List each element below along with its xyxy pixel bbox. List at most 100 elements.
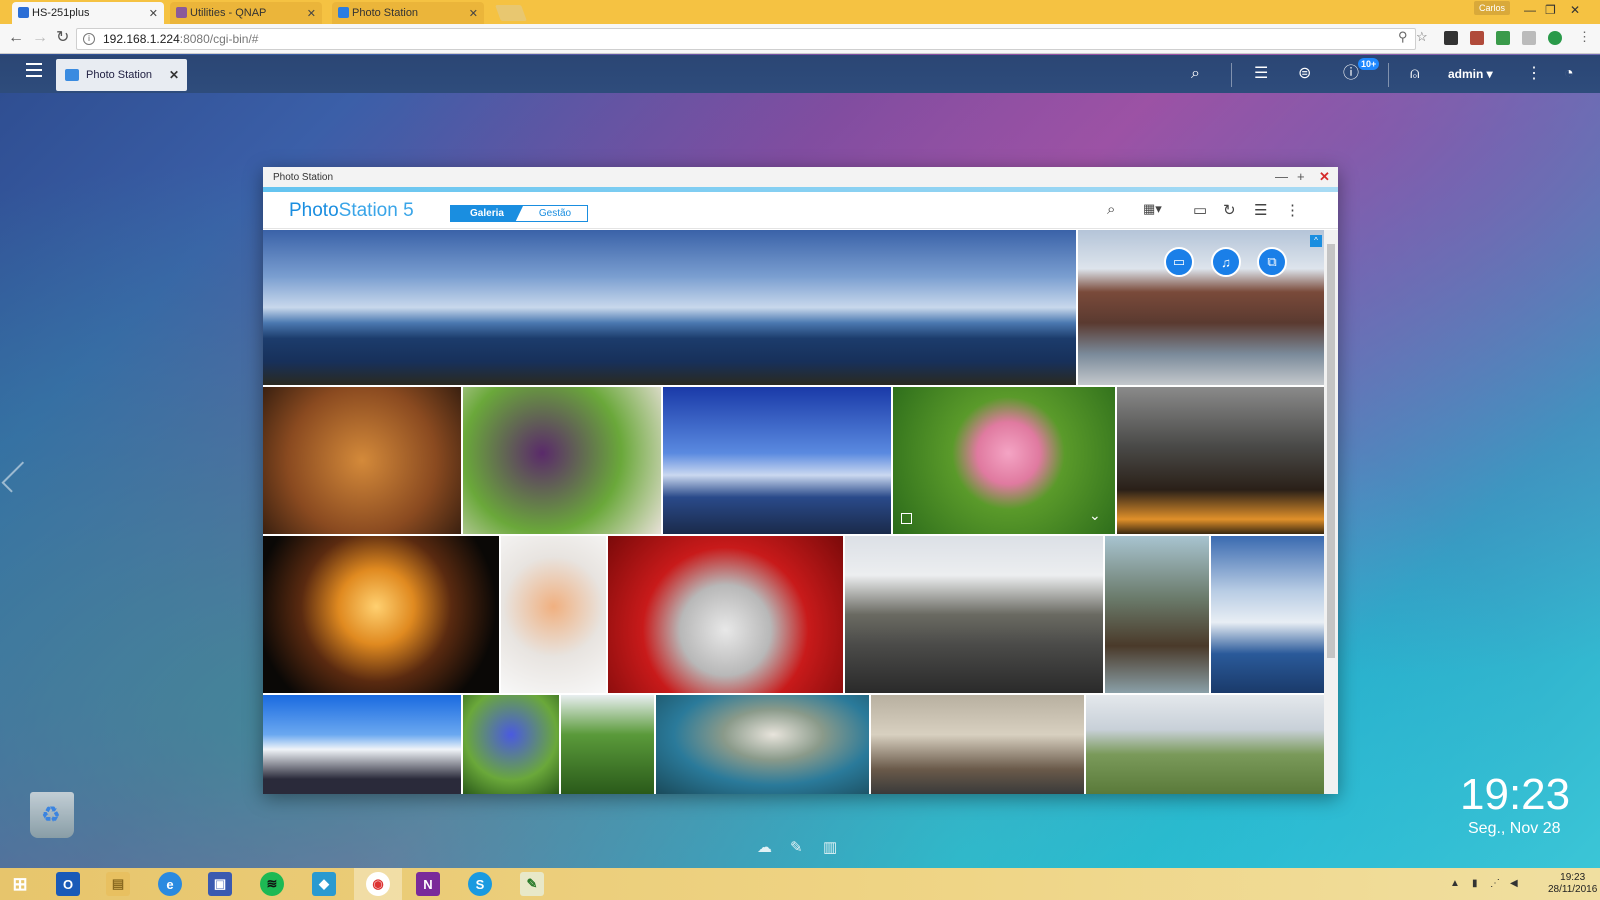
chrome-profile-button[interactable]: Carlos bbox=[1474, 1, 1511, 15]
key-icon[interactable]: ⚲ bbox=[1398, 29, 1408, 45]
forward-icon[interactable]: → bbox=[32, 30, 48, 46]
photo-canal-town[interactable] bbox=[845, 536, 1103, 693]
address-bar[interactable]: i 192.168.1.224:8080/cgi-bin/# bbox=[76, 28, 1416, 50]
user-icon[interactable]: ⍝ bbox=[1410, 65, 1420, 83]
book-icon[interactable]: ▥ bbox=[823, 838, 837, 856]
search-icon[interactable]: ⌕ bbox=[1107, 201, 1115, 218]
info-icon[interactable]: i bbox=[83, 33, 95, 45]
music-icon[interactable]: ♫ bbox=[1211, 247, 1241, 277]
restore-icon[interactable]: ❐ bbox=[1545, 3, 1556, 17]
desktop-clock-date: Seg., Nov 28 bbox=[1468, 820, 1561, 837]
refresh-icon[interactable]: ↻ bbox=[1223, 201, 1236, 219]
extension-icon[interactable] bbox=[1522, 31, 1536, 45]
back-icon[interactable]: ← bbox=[8, 30, 24, 46]
tray-up-arrow-icon[interactable]: ▲ bbox=[1450, 878, 1460, 889]
maximize-icon[interactable]: + bbox=[1297, 169, 1305, 184]
internet-explorer-icon[interactable]: e bbox=[158, 872, 182, 896]
user-menu[interactable]: admin ▾ bbox=[1448, 67, 1493, 81]
close-icon[interactable]: ✕ bbox=[469, 7, 478, 20]
photo-blue-flowers[interactable] bbox=[463, 695, 559, 794]
taskbar-clock[interactable]: 19:23 28/11/2016 bbox=[1548, 872, 1597, 896]
extension-icon[interactable] bbox=[1470, 31, 1484, 45]
view-mode-icon[interactable]: ▦▾ bbox=[1143, 201, 1162, 217]
close-window-icon[interactable]: ✕ bbox=[1570, 3, 1580, 17]
spotify-icon[interactable]: ≋ bbox=[260, 872, 284, 896]
search-icon[interactable]: ⌕ bbox=[1191, 65, 1200, 83]
tab-gestao[interactable]: Gestão bbox=[523, 206, 587, 221]
onenote-icon[interactable]: N bbox=[416, 872, 440, 896]
outlook-icon[interactable]: O bbox=[56, 872, 80, 896]
qts-top-bar: Photo Station ✕ ⌕ ☰ ⊜ ⓘ 10+ ⍝ admin ▾ ⋮ … bbox=[0, 55, 1600, 93]
windows-start-icon[interactable]: ⊞ bbox=[8, 872, 32, 896]
chevron-up-icon[interactable]: ^ bbox=[1310, 235, 1322, 247]
photo-race-car[interactable] bbox=[608, 536, 843, 693]
dashboard-gauge-icon[interactable]: ◔ bbox=[1564, 65, 1574, 83]
slideshow-icon[interactable]: ▭ bbox=[1164, 247, 1194, 277]
extension-glasses-icon[interactable] bbox=[1444, 31, 1458, 45]
wifi-icon[interactable]: ⋰ bbox=[1490, 878, 1500, 889]
event-notifications-icon[interactable]: ⓘ bbox=[1343, 65, 1359, 83]
close-icon[interactable]: ✕ bbox=[169, 68, 179, 82]
bookmark-star-icon[interactable]: ☆ bbox=[1416, 29, 1428, 45]
background-tasks-icon[interactable]: ☰ bbox=[1254, 201, 1267, 219]
chevron-down-icon[interactable]: ⌄ bbox=[1089, 507, 1101, 524]
chrome-icon[interactable]: ◉ bbox=[366, 872, 390, 896]
photo-food-stew[interactable] bbox=[263, 387, 461, 534]
photo-stone-weir-coast[interactable] bbox=[656, 695, 869, 794]
minimize-icon[interactable]: — bbox=[1524, 3, 1536, 17]
select-checkbox[interactable] bbox=[901, 513, 912, 524]
photo-station-favicon-icon bbox=[338, 7, 349, 18]
kodi-icon[interactable]: ◆ bbox=[312, 872, 336, 896]
photo-boat-harbor[interactable] bbox=[1211, 536, 1324, 693]
video-icon[interactable]: ⧉ bbox=[1257, 247, 1287, 277]
scrollbar-thumb[interactable] bbox=[1327, 244, 1335, 658]
tab-galeria[interactable]: Galeria bbox=[451, 206, 523, 221]
extension-icon[interactable] bbox=[1496, 31, 1510, 45]
tools-icon[interactable]: ✎ bbox=[790, 838, 803, 856]
background-tasks-icon[interactable]: ☰ bbox=[1254, 65, 1268, 83]
reload-icon[interactable]: ↻ bbox=[56, 30, 69, 46]
qts-app-tab-photo-station[interactable]: Photo Station ✕ bbox=[56, 59, 187, 91]
photo-rainy-window-city[interactable] bbox=[1117, 387, 1324, 534]
external-device-icon[interactable]: ⊜ bbox=[1298, 65, 1311, 83]
photo-rock-coast[interactable] bbox=[1105, 536, 1209, 693]
close-icon[interactable]: ✕ bbox=[149, 7, 158, 20]
browser-tab-hs251plus[interactable]: HS-251plus ✕ bbox=[12, 2, 164, 24]
photo-clouds-house[interactable] bbox=[263, 695, 461, 794]
photo-forest-trees[interactable] bbox=[561, 695, 654, 794]
battery-icon[interactable]: ▮ bbox=[1472, 878, 1478, 889]
photo-carousel-night[interactable] bbox=[263, 536, 499, 693]
minimize-icon[interactable]: — bbox=[1275, 169, 1288, 184]
new-tab-button[interactable] bbox=[495, 5, 527, 21]
logo-bold: Photo bbox=[289, 200, 339, 221]
more-options-icon[interactable]: ⋮ bbox=[1285, 201, 1300, 219]
volume-icon[interactable]: ◀ bbox=[1510, 878, 1518, 889]
browser-tab-utilities[interactable]: Utilities - QNAP ✕ bbox=[170, 2, 322, 24]
cloud-icon[interactable]: ☁ bbox=[757, 838, 772, 856]
photo-panorama-sea[interactable] bbox=[263, 230, 1076, 385]
photo-red-tractor[interactable] bbox=[1086, 695, 1324, 794]
photo-street-poles[interactable] bbox=[871, 695, 1084, 794]
gallery-scrollbar[interactable] bbox=[1324, 230, 1338, 794]
photo-ice-cream-cone[interactable] bbox=[501, 536, 606, 693]
url-path: :8080/cgi-bin/# bbox=[179, 32, 259, 46]
recycle-bin-icon[interactable] bbox=[30, 792, 74, 838]
close-icon[interactable]: ✕ bbox=[307, 7, 316, 20]
notepad-icon[interactable]: ✎ bbox=[520, 872, 544, 896]
main-menu-icon[interactable] bbox=[26, 63, 42, 77]
chrome-menu-icon[interactable]: ⋮ bbox=[1578, 29, 1591, 45]
cast-icon[interactable]: ▭ bbox=[1193, 201, 1207, 219]
photo-food-vegetables[interactable] bbox=[463, 387, 661, 534]
photo-blue-sky-island[interactable] bbox=[663, 387, 891, 534]
photo-pink-flower[interactable]: ⌄ bbox=[893, 387, 1115, 534]
close-icon[interactable]: ✕ bbox=[1319, 169, 1330, 185]
remote-desktop-icon[interactable]: ▣ bbox=[208, 872, 232, 896]
more-options-icon[interactable]: ⋮ bbox=[1526, 65, 1542, 83]
taskbar-time: 19:23 bbox=[1560, 872, 1586, 883]
extension-icon[interactable] bbox=[1548, 31, 1562, 45]
photo-canal-warehouse[interactable]: ▭ ♫ ⧉ bbox=[1078, 230, 1324, 385]
file-explorer-icon[interactable]: ▤ bbox=[106, 872, 130, 896]
browser-tab-photo-station[interactable]: Photo Station ✕ bbox=[332, 2, 484, 24]
skype-icon[interactable]: S bbox=[468, 872, 492, 896]
window-titlebar[interactable]: Photo Station — + ✕ bbox=[263, 167, 1338, 187]
